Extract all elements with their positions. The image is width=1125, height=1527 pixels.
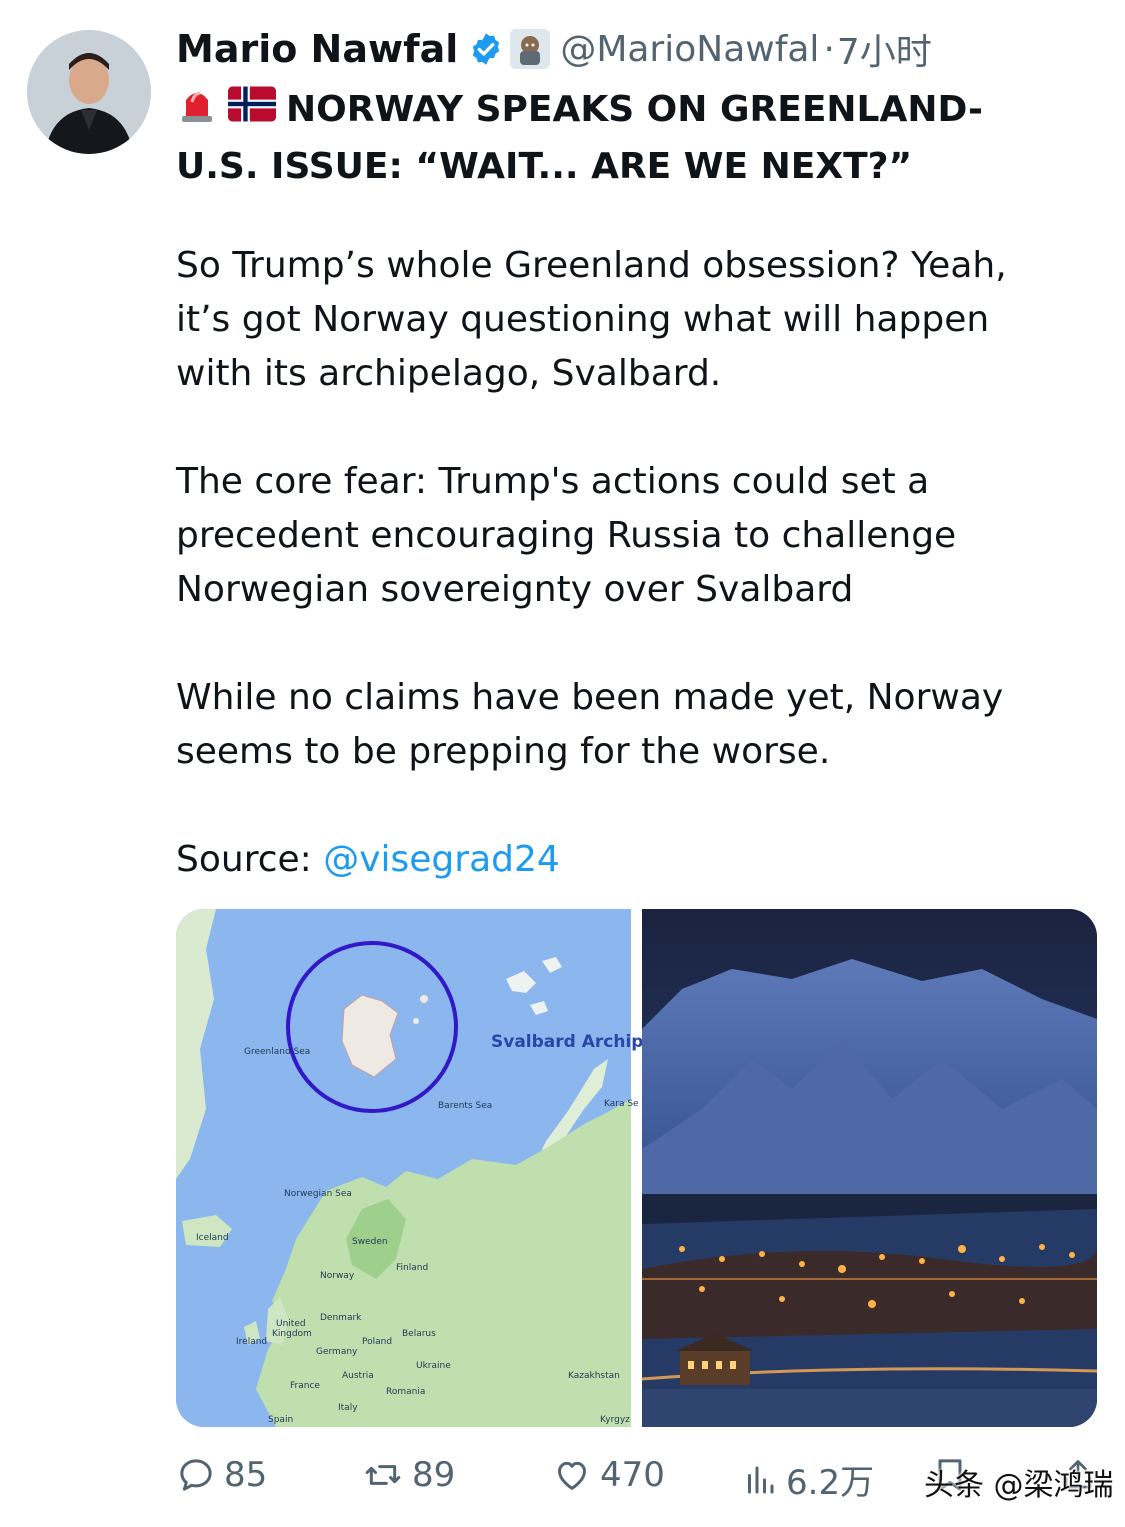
tweet-timestamp[interactable]: 7小时 (837, 23, 932, 75)
views-count: 6.2万 (786, 1463, 875, 1503)
tweet-paragraph-2: The core fear: Trump's actions could set… (176, 455, 1096, 617)
tweet-paragraph-3: While no claims have been made yet, Norw… (176, 671, 1096, 779)
map-label: Denmark (320, 1313, 362, 1323)
tweet-source: Source: @visegrad24 (176, 833, 1096, 887)
paragraph-line: precedent encouraging Russia to challeng… (176, 515, 957, 556)
siren-icon (176, 82, 218, 140)
paragraph-line: with its archipelago, Svalbard. (176, 353, 722, 394)
avatar-photo (27, 30, 151, 154)
author-handle[interactable]: @MarioNawfal (560, 29, 819, 70)
map-label: Greenland Sea (244, 1047, 311, 1057)
reply-count: 85 (224, 1455, 268, 1495)
map-label: Germany (316, 1347, 358, 1357)
paragraph-line: While no claims have been made yet, Norw… (176, 677, 1004, 718)
headline-line-1: NORWAY SPEAKS ON GREENLAND- (286, 89, 983, 130)
map-label: Iceland (196, 1233, 229, 1243)
map-label: Kingdom (272, 1329, 312, 1339)
map-label: Kara Se (604, 1099, 639, 1109)
like-button[interactable]: 470 (552, 1455, 665, 1495)
map-label: France (290, 1381, 320, 1391)
map-label: Belarus (402, 1329, 436, 1339)
like-count: 470 (600, 1455, 665, 1495)
map-label: United (276, 1319, 306, 1329)
map-label: Spain (268, 1415, 294, 1425)
paragraph-line: So Trump’s whole Greenland obsession? Ye… (176, 245, 1007, 286)
source-mention-link[interactable]: @visegrad24 (323, 839, 560, 880)
views-chart-icon (748, 1466, 774, 1493)
repost-button[interactable]: 89 (362, 1455, 455, 1495)
map-label: Kyrgyz (600, 1415, 630, 1425)
tweet-headline: NORWAY SPEAKS ON GREENLAND- U.S. ISSUE: … (176, 82, 1076, 194)
heart-icon (558, 1461, 586, 1490)
map-label: Barents Sea (438, 1101, 493, 1111)
views-button[interactable]: 6.2万 (742, 1455, 874, 1504)
tweet-paragraph-1: So Trump’s whole Greenland obsession? Ye… (176, 239, 1096, 401)
author-name[interactable]: Mario Nawfal (176, 27, 458, 71)
reply-icon (180, 1459, 212, 1491)
map-label-svalbard: Svalbard Archip (491, 1032, 644, 1052)
svalbard-night-photo[interactable] (641, 909, 1097, 1427)
paragraph-line: The core fear: Trump's actions could set… (176, 461, 930, 502)
map-label: Austria (342, 1371, 374, 1381)
map-label: Poland (362, 1337, 393, 1347)
paragraph-line: Norwegian sovereignty over Svalbard (176, 569, 854, 610)
map-label: Sweden (352, 1237, 388, 1247)
norway-flag-icon (228, 84, 276, 138)
map-label: Ukraine (416, 1361, 451, 1371)
map-label: Norwegian Sea (284, 1189, 352, 1199)
map-label: Ireland (236, 1337, 268, 1347)
paragraph-line: it’s got Norway questioning what will ha… (176, 299, 990, 340)
map-image[interactable]: Svalbard Archip Greenland Sea Barents Se… (176, 909, 643, 1427)
author-avatar[interactable] (27, 30, 151, 154)
map-label: Italy (338, 1403, 358, 1413)
map-label: Romania (386, 1387, 426, 1397)
repost-icon (365, 1465, 401, 1485)
map-label: Norway (320, 1271, 355, 1281)
affiliate-badge-icon[interactable] (510, 29, 551, 69)
repost-count: 89 (412, 1455, 456, 1495)
verified-badge-icon (468, 31, 504, 67)
map-label: Kazakhstan (568, 1371, 620, 1381)
map-label: Finland (396, 1263, 429, 1273)
map-graphic (176, 909, 631, 1427)
tweet-header: Mario Nawfal @MarioNawfal · 7小时 (176, 24, 932, 74)
header-separator: · (823, 28, 835, 70)
tweet-media-grid: Svalbard Archip Greenland Sea Barents Se… (176, 909, 1097, 1427)
source-label: Source: (176, 839, 324, 880)
source-watermark: 头条 @梁鸿瑞 (924, 1468, 1114, 1503)
paragraph-line: seems to be prepping for the worse. (176, 731, 831, 772)
media-divider (631, 909, 642, 1427)
reply-button[interactable]: 85 (176, 1455, 267, 1495)
headline-line-2: U.S. ISSUE: “WAIT... ARE WE NEXT?” (176, 146, 913, 187)
night-town-graphic (641, 909, 1097, 1427)
